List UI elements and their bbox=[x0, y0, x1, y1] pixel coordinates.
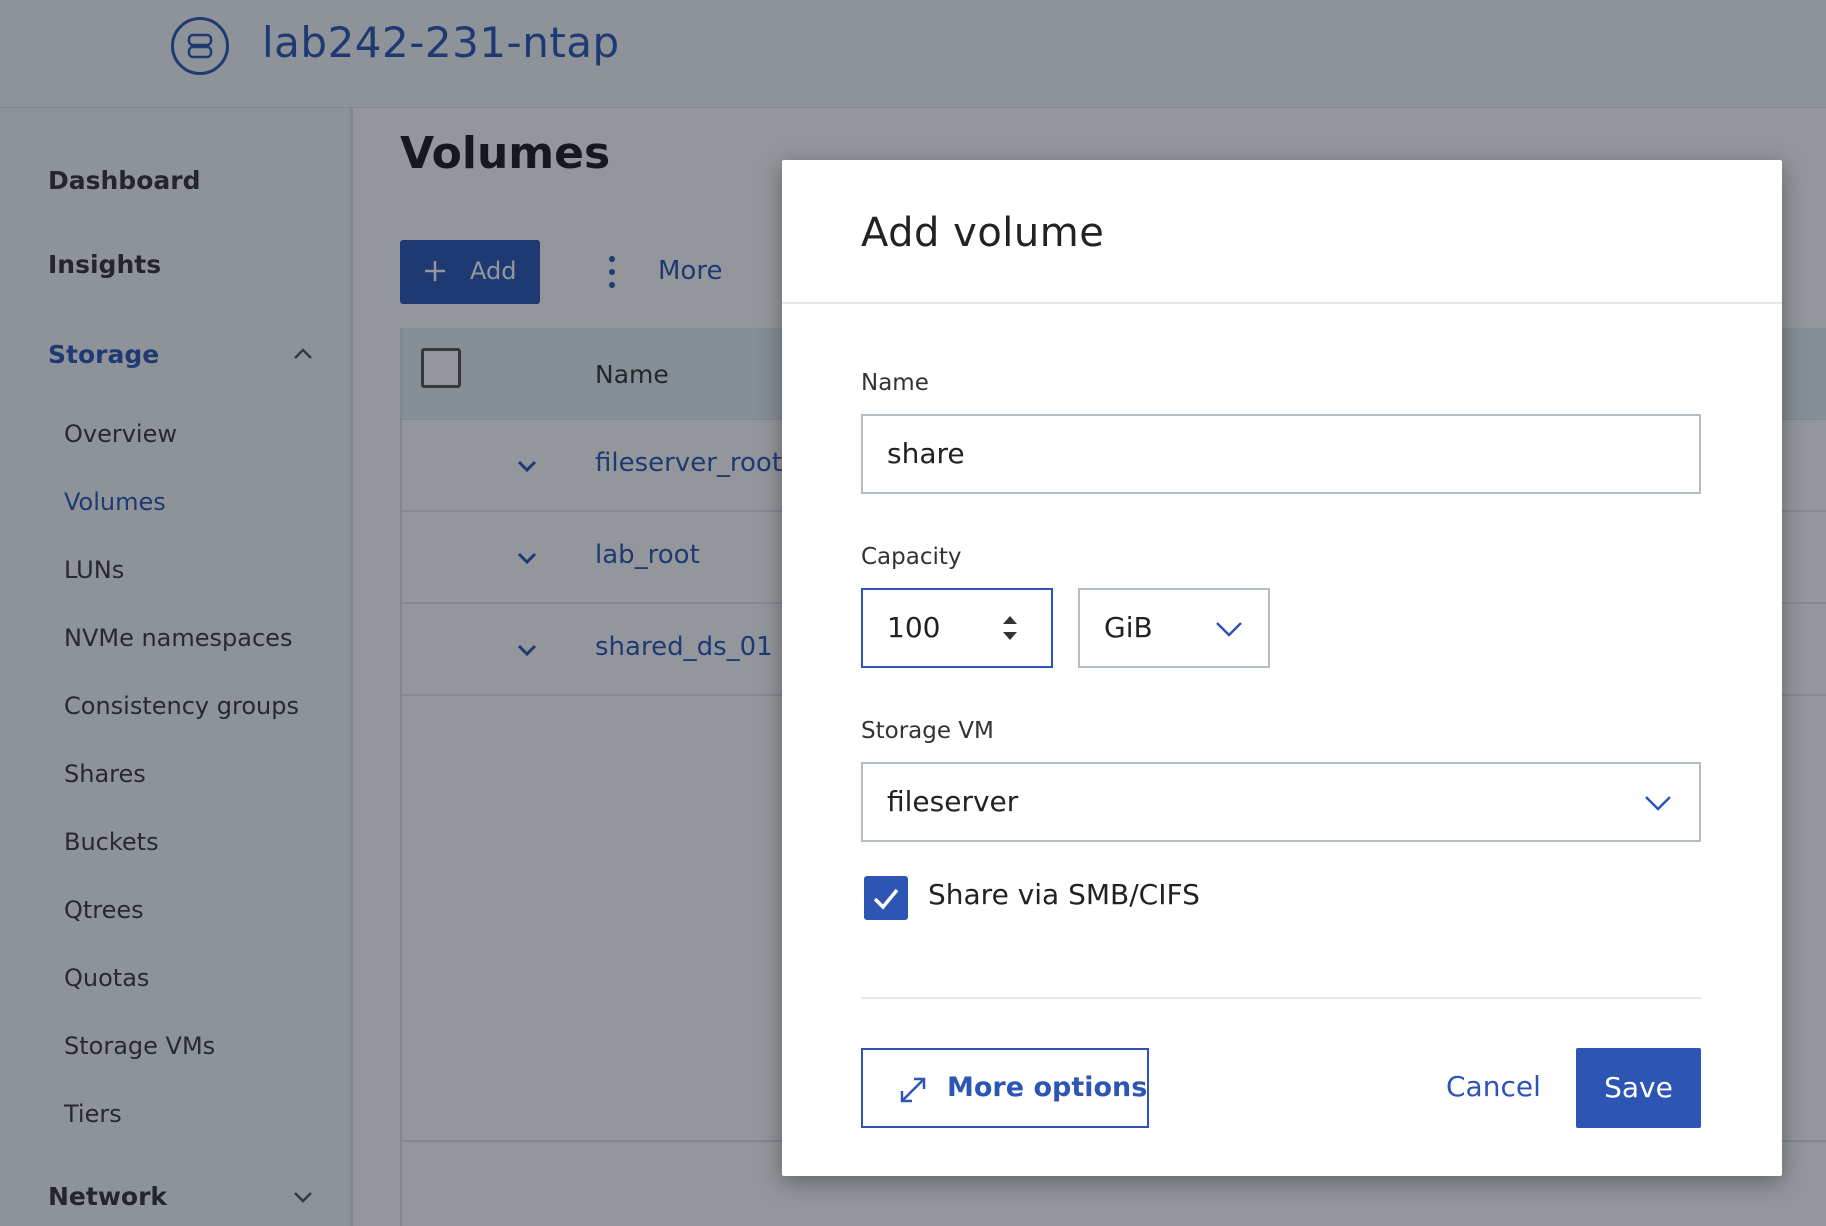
add-volume-dialog: Add volume Name share Capacity 100 GiB S… bbox=[782, 160, 1782, 1176]
save-button[interactable]: Save bbox=[1576, 1048, 1701, 1128]
name-input[interactable]: share bbox=[861, 414, 1701, 494]
checkmark-icon bbox=[873, 888, 899, 910]
dialog-footer-divider bbox=[861, 997, 1701, 999]
share-smb-checkbox[interactable] bbox=[864, 876, 908, 920]
more-options-button[interactable]: More options bbox=[861, 1048, 1149, 1128]
capacity-value: 100 bbox=[887, 611, 941, 644]
share-smb-label[interactable]: Share via SMB/CIFS bbox=[928, 878, 1200, 911]
capacity-unit-select[interactable]: GiB bbox=[1078, 588, 1270, 668]
more-options-label: More options bbox=[947, 1072, 1148, 1103]
storage-vm-select[interactable]: fileserver bbox=[861, 762, 1701, 842]
cancel-button[interactable]: Cancel bbox=[1446, 1070, 1541, 1103]
capacity-field-label: Capacity bbox=[861, 544, 962, 570]
capacity-input[interactable]: 100 bbox=[861, 588, 1053, 668]
storage-vm-value: fileserver bbox=[887, 785, 1019, 818]
dialog-title: Add volume bbox=[861, 210, 1105, 256]
chevron-down-icon bbox=[1645, 796, 1671, 811]
dialog-header-divider bbox=[782, 302, 1782, 304]
expand-arrows-icon bbox=[900, 1077, 926, 1103]
spinner-arrows-icon[interactable] bbox=[999, 610, 1021, 646]
storage-vm-field-label: Storage VM bbox=[861, 718, 994, 744]
capacity-unit-value: GiB bbox=[1104, 611, 1153, 644]
chevron-down-icon bbox=[1216, 622, 1242, 637]
name-field-label: Name bbox=[861, 370, 929, 396]
